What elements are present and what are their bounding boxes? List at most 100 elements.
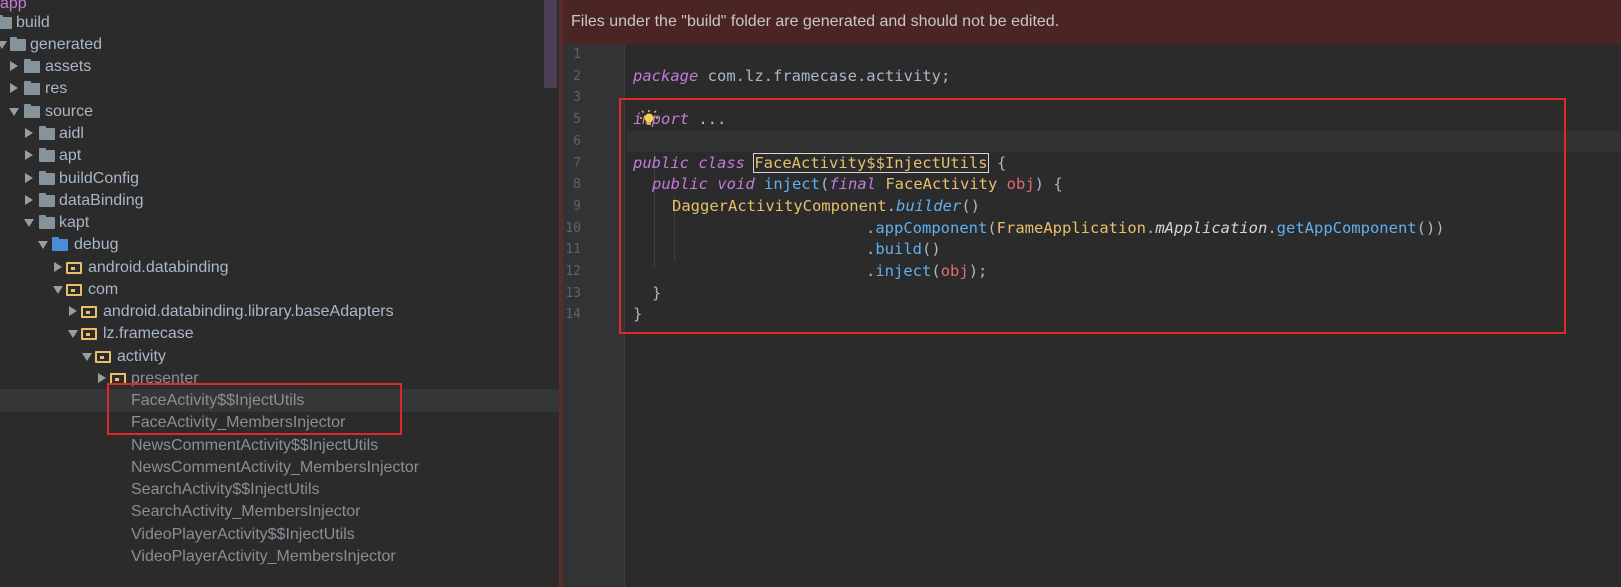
- code-line-1: package com.lz.framecase.activity;: [626, 44, 1621, 85]
- tree-item-android-databinding[interactable]: android.databinding: [0, 256, 559, 279]
- tree-item-newscomment-membersinjector[interactable]: NewsCommentActivity_MembersInjector: [0, 456, 559, 479]
- code-line-10: .build(): [626, 218, 1621, 258]
- code-token: package: [633, 66, 699, 85]
- tree-item-res[interactable]: res: [0, 77, 559, 100]
- collapse-arrow-icon[interactable]: [23, 122, 35, 145]
- tree-item-faceactivity-membersinjector[interactable]: FaceActivity_MembersInjector: [0, 411, 559, 434]
- tree-item-label: android.databinding.library.baseAdapters: [103, 303, 394, 320]
- tree-item-presenter[interactable]: presenter: [0, 367, 559, 390]
- code-line-6: public class FaceActivity$$InjectUtils {: [626, 130, 1621, 173]
- package-icon: [95, 351, 111, 363]
- tree-item-kapt[interactable]: kapt: [0, 211, 559, 234]
- tree-item-label: android.databinding: [88, 259, 229, 276]
- tree-item-source[interactable]: source: [0, 100, 559, 123]
- code-line-12: }: [626, 261, 1621, 302]
- expand-arrow-icon[interactable]: [37, 233, 49, 256]
- folder-icon: [0, 15, 12, 29]
- code-line-7: public void inject(final FaceActivity ob…: [626, 153, 1621, 193]
- line-gutter: 1 2 3 5 6 7 8 9 10 11 12 13 14: [559, 44, 625, 587]
- tree-item-label: NewsCommentActivity_MembersInjector: [131, 459, 420, 476]
- tree-item-label: res: [45, 80, 68, 97]
- tree-item-apt[interactable]: apt: [0, 144, 559, 167]
- code-line-3: import ...: [626, 87, 1621, 128]
- folder-icon: [24, 59, 40, 73]
- tree-item-databinding[interactable]: dataBinding: [0, 189, 559, 212]
- folder-icon: [39, 215, 55, 229]
- expand-arrow-icon[interactable]: [0, 33, 8, 56]
- package-icon: [66, 284, 82, 296]
- tree-item-generated[interactable]: generated: [0, 33, 559, 56]
- tree-item-debug[interactable]: debug: [0, 233, 559, 256]
- collapse-arrow-icon[interactable]: [67, 300, 79, 323]
- tree-item-label: build: [16, 14, 50, 31]
- folder-icon: [39, 193, 55, 207]
- tree-item-buildconfig[interactable]: buildConfig: [0, 167, 559, 190]
- tree-item-lz-framecase[interactable]: lz.framecase: [0, 322, 559, 345]
- tree-item-label: apt: [59, 147, 82, 164]
- tree-item-label: NewsCommentActivity$$InjectUtils: [131, 437, 379, 454]
- tree-item-label: FaceActivity_MembersInjector: [131, 414, 346, 431]
- generated-file-banner: Files under the "build" folder are gener…: [559, 0, 1621, 44]
- tree-item-label: activity: [117, 348, 166, 365]
- tree-item-faceactivity-injectutils[interactable]: FaceActivity$$InjectUtils: [0, 389, 559, 412]
- collapse-arrow-icon[interactable]: [8, 55, 20, 78]
- tree-item-label: SearchActivity$$InjectUtils: [131, 481, 320, 498]
- collapse-arrow-icon[interactable]: [8, 77, 20, 100]
- expand-arrow-icon[interactable]: [23, 211, 35, 234]
- expand-arrow-icon[interactable]: [8, 100, 20, 123]
- folder-icon: [39, 148, 55, 162]
- expand-arrow-icon[interactable]: [52, 278, 64, 301]
- tree-item-label: buildConfig: [59, 170, 140, 187]
- folder-icon: [52, 237, 68, 251]
- code-line-13: }: [626, 283, 1621, 323]
- collapse-arrow-icon[interactable]: [96, 367, 108, 390]
- collapse-arrow-icon[interactable]: [52, 256, 64, 279]
- code-line-9: .appComponent(FrameApplication.mApplicat…: [626, 196, 1621, 237]
- package-icon: [66, 262, 82, 274]
- tree-item-label: generated: [30, 36, 103, 53]
- tree-item-videoplayer-membersinjector[interactable]: VideoPlayerActivity_MembersInjector: [0, 545, 559, 568]
- tree-item-activity[interactable]: activity: [0, 345, 559, 368]
- package-icon: [81, 306, 97, 318]
- lightbulb-icon[interactable]: [639, 109, 659, 129]
- code-area[interactable]: package com.lz.framecase.activity; impor…: [626, 44, 1621, 587]
- folder-icon: [39, 171, 55, 185]
- collapse-arrow-icon[interactable]: [23, 144, 35, 167]
- tree-item-videoplayer-injectutils[interactable]: VideoPlayerActivity$$InjectUtils: [0, 523, 559, 546]
- tree-scrollbar[interactable]: [544, 0, 557, 88]
- tree-item-label: assets: [45, 58, 92, 75]
- tree-item-label: dataBinding: [59, 192, 144, 209]
- expand-arrow-icon[interactable]: [81, 345, 93, 368]
- tree-item-search-injectutils[interactable]: SearchActivity$$InjectUtils: [0, 478, 559, 501]
- package-icon: [110, 373, 126, 385]
- package-icon: [81, 328, 97, 340]
- project-tree: app build generated assets res source ai…: [0, 0, 559, 587]
- tree-item-label: kapt: [59, 214, 90, 231]
- tree-item-com[interactable]: com: [0, 278, 559, 301]
- tree-item-label: SearchActivity_MembersInjector: [131, 503, 361, 520]
- tree-item-aidl[interactable]: aidl: [0, 122, 559, 145]
- tree-item-label: debug: [74, 236, 119, 253]
- tree-item-baseadapters[interactable]: android.databinding.library.baseAdapters: [0, 300, 559, 323]
- expand-arrow-icon[interactable]: [67, 322, 79, 345]
- folder-icon: [39, 126, 55, 140]
- tree-item-label: lz.framecase: [103, 325, 194, 342]
- folder-icon: [24, 81, 40, 95]
- tree-item-label: source: [45, 103, 94, 120]
- collapse-arrow-icon[interactable]: [23, 167, 35, 190]
- tree-item-label: FaceActivity$$InjectUtils: [131, 392, 305, 409]
- folder-icon: [10, 37, 26, 51]
- code-token: }: [633, 305, 643, 324]
- tree-item-label: com: [88, 281, 119, 298]
- code-editor[interactable]: Files under the "build" folder are gener…: [559, 0, 1621, 587]
- tree-item-newscomment-injectutils[interactable]: NewsCommentActivity$$InjectUtils: [0, 434, 559, 457]
- tree-item-search-membersinjector[interactable]: SearchActivity_MembersInjector: [0, 500, 559, 523]
- collapse-arrow-icon[interactable]: [23, 189, 35, 212]
- code-token: com.lz.framecase.activity;: [698, 66, 951, 85]
- tree-item-assets[interactable]: assets: [0, 55, 559, 78]
- folder-icon: [24, 104, 40, 118]
- tree-item-build[interactable]: build: [0, 11, 559, 34]
- code-line-8: DaggerActivityComponent.builder(): [626, 174, 1621, 215]
- tree-item-label: VideoPlayerActivity_MembersInjector: [131, 548, 396, 565]
- tree-item-label: VideoPlayerActivity$$InjectUtils: [131, 526, 355, 543]
